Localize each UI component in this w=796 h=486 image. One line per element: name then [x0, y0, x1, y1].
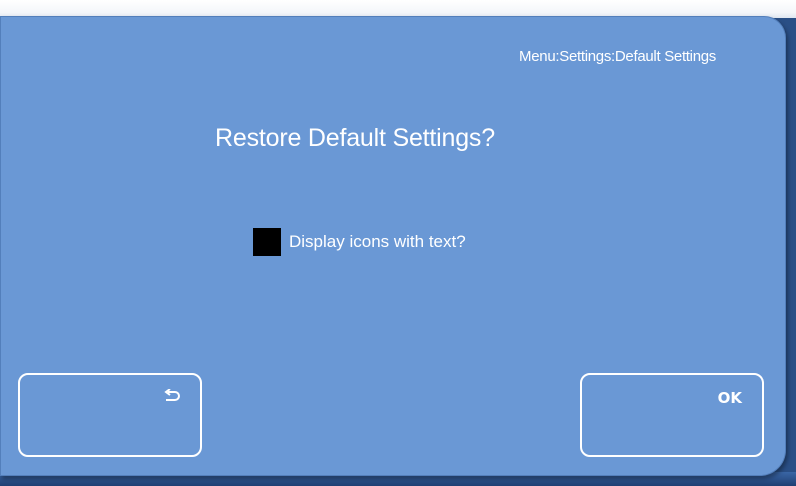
display-icons-option[interactable]: Display icons with text? [253, 227, 466, 257]
ok-button[interactable]: OK [580, 373, 764, 457]
return-arrow-icon [164, 388, 182, 403]
breadcrumb: Menu:Settings:Default Settings [519, 48, 716, 65]
back-button[interactable] [18, 373, 202, 457]
page-title: Restore Default Settings? [215, 124, 495, 152]
display-icons-label: Display icons with text? [289, 232, 466, 251]
ok-button-label: OK [717, 389, 742, 407]
display-icons-checkbox[interactable] [253, 228, 281, 256]
